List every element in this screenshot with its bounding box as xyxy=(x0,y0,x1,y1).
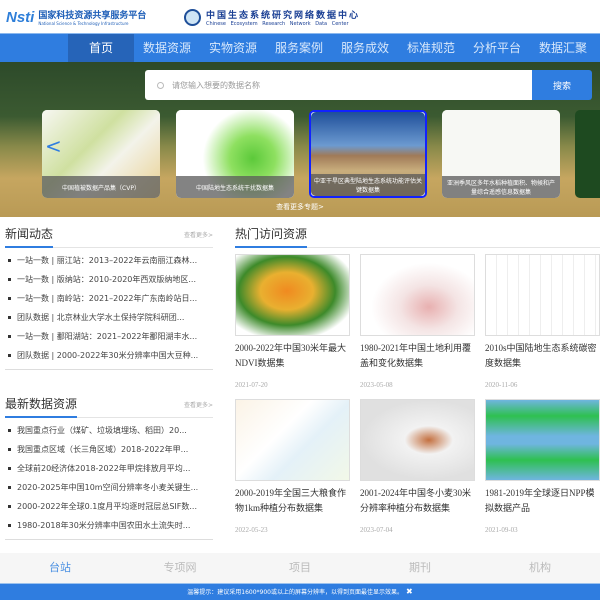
latest-title: 最新数据资源 xyxy=(5,395,78,418)
resource-date: 2023-07-04 xyxy=(360,526,393,534)
news-item[interactable]: 团队数据 | 2000-2022年30米分辨率中国大豆种... xyxy=(5,346,213,365)
more-topics-link[interactable]: 查看更多专题> xyxy=(0,202,600,212)
carousel-card[interactable]: 亚洲季风区多年水稻种植面积、物候和产量综合遥感信息数据集 xyxy=(442,110,560,198)
main-nav: 首页 数据资源 实物资源 服务案例 服务成效 标准规范 分析平台 数据汇聚 xyxy=(0,33,600,62)
search-button[interactable]: 搜索 xyxy=(532,70,592,100)
latest-item[interactable]: 1980-2018年30米分辨率中国农田水土流失时... xyxy=(5,516,213,535)
resource-date: 2022-05-23 xyxy=(235,526,268,534)
nav-data-collection[interactable]: 数据汇聚 xyxy=(530,34,596,62)
search-placeholder: 请您输入想要的数据名称 xyxy=(172,80,260,90)
banner: 请您输入想要的数据名称 搜索 中国植被数据产品集（CVP） 中国陆地生态系统干扰… xyxy=(0,62,600,217)
carousel-caption: 中国陆地生态系统干扰数据集 xyxy=(176,176,294,198)
resource-date: 2020-11-06 xyxy=(485,381,518,389)
news-item[interactable]: 一站一数 | 版纳站：2010-2020年西双版纳地区... xyxy=(5,270,213,289)
footer-tab-stations[interactable]: 台站 xyxy=(0,553,120,583)
resource-name: 1981-2019年全球逐日NPP模拟数据产品 xyxy=(485,488,595,513)
nav-service-cases[interactable]: 服务案例 xyxy=(266,34,332,62)
latest-item[interactable]: 我国重点区域（长三角区域）2018-2022年甲... xyxy=(5,440,213,459)
nsti-logo[interactable]: Nsti 国家科技资源共享服务平台 National Science & Tech… xyxy=(6,8,147,27)
carousel-prev-icon[interactable]: < xyxy=(45,134,62,158)
carousel-card[interactable]: 中国陆地生态系统干扰数据集 xyxy=(176,110,294,198)
search-icon xyxy=(157,81,164,89)
resource-name: 1980-2021年中国土地利用覆盖和变化数据集 xyxy=(360,343,471,368)
news-section: 新闻动态 查看更多> 一站一数 | 丽江站：2013–2022年云南丽江森林...… xyxy=(5,222,213,540)
carousel-caption: 亚洲季风区多年水稻种植面积、物候和产量综合遥感信息数据集 xyxy=(442,176,560,198)
news-item[interactable]: 团队数据 | 北京林业大学水土保持学院科研团... xyxy=(5,308,213,327)
cern-logo[interactable]: 中国生态系统研究网络数据中心 Chinese Ecosystem Research… xyxy=(184,8,360,27)
carousel-caption: 中亚干旱区典型陆地生态系统功能评估关键数据集 xyxy=(311,174,425,196)
nav-data-resources[interactable]: 数据资源 xyxy=(134,34,200,62)
resource-card[interactable]: 1980-2021年中国土地利用覆盖和变化数据集 2023-05-08 xyxy=(360,254,475,399)
latest-item[interactable]: 2000-2022年全球0.1度月平均逐时冠层总SIF数... xyxy=(5,497,213,516)
nav-analysis[interactable]: 分析平台 xyxy=(464,34,530,62)
carousel-card-selected[interactable]: 中亚干旱区典型陆地生态系统功能评估关键数据集 xyxy=(309,110,427,198)
resolution-tip-bar: 温馨提示：建议采用1600*900或以上的屏幕分辨率，以得到页面最佳显示效果。 ✖ xyxy=(0,583,600,600)
resource-name: 2000-2022年中国30米年最大NDVI数据集 xyxy=(235,343,346,368)
resource-thumbnail xyxy=(485,254,600,336)
latest-item[interactable]: 我国重点行业（煤矿、垃圾填埋场、稻田）20... xyxy=(5,421,213,440)
resource-card[interactable]: 2000-2022年中国30米年最大NDVI数据集 2021-07-20 xyxy=(235,254,350,399)
news-item[interactable]: 一站一数 | 丽江站：2013–2022年云南丽江森林... xyxy=(5,251,213,270)
cern-title-cn: 中国生态系统研究网络数据中心 xyxy=(206,11,361,21)
carousel-caption: 中国植被数据产品集（CVP） xyxy=(42,176,160,198)
resource-thumbnail xyxy=(235,399,350,481)
hot-title: 热门访问资源 xyxy=(235,225,308,248)
carousel-card-partial[interactable] xyxy=(575,110,600,198)
footer-tab-networks[interactable]: 专项网 xyxy=(120,553,240,583)
footer-tab-journals[interactable]: 期刊 xyxy=(360,553,480,583)
latest-item[interactable]: 全球前20经济体2018-2022年甲烷排放月平均... xyxy=(5,459,213,478)
nsti-title-cn: 国家科技资源共享服务平台 xyxy=(38,11,147,21)
cern-title-en: Chinese Ecosystem Research Network Data … xyxy=(206,21,349,27)
resource-card[interactable]: 1981-2019年全球逐日NPP模拟数据产品 2021-09-03 xyxy=(485,399,600,544)
resource-name: 2001-2024年中国冬小麦30米分辨率种植分布数据集 xyxy=(360,488,471,513)
resource-date: 2021-09-03 xyxy=(485,526,518,534)
header: Nsti 国家科技资源共享服务平台 National Science & Tech… xyxy=(0,0,600,33)
resource-card[interactable]: 2000-2019年全国三大粮食作物1km种植分布数据集 2022-05-23 xyxy=(235,399,350,544)
news-more-link[interactable]: 查看更多> xyxy=(184,230,213,247)
nsti-logo-mark: Nsti xyxy=(6,8,35,26)
nav-standards[interactable]: 标准规范 xyxy=(398,34,464,62)
resource-name: 2010s中国陆地生态系统碳密度数据集 xyxy=(485,343,597,368)
close-icon[interactable]: ✖ xyxy=(406,587,413,596)
footer-tab-projects[interactable]: 项目 xyxy=(240,553,360,583)
resource-thumbnail xyxy=(485,399,600,481)
nav-service-results[interactable]: 服务成效 xyxy=(332,34,398,62)
footer-tabs: 台站 专项网 项目 期刊 机构 xyxy=(0,553,600,583)
resource-thumbnail xyxy=(235,254,350,336)
latest-more-link[interactable]: 查看更多> xyxy=(184,400,213,417)
nav-home[interactable]: 首页 xyxy=(68,34,134,62)
search-input[interactable]: 请您输入想要的数据名称 xyxy=(145,70,532,100)
resource-thumbnail xyxy=(360,399,475,481)
tip-text: 温馨提示：建议采用1600*900或以上的屏幕分辨率，以得到页面最佳显示效果。 xyxy=(187,589,404,596)
resource-date: 2023-05-08 xyxy=(360,381,393,389)
resource-card[interactable]: 2010s中国陆地生态系统碳密度数据集 2020-11-06 xyxy=(485,254,600,399)
news-item[interactable]: 一站一数 | 鄱阳湖站：2021–2022年鄱阳湖丰水... xyxy=(5,327,213,346)
resource-date: 2021-07-20 xyxy=(235,381,268,389)
footer-tab-institutions[interactable]: 机构 xyxy=(480,553,600,583)
news-title: 新闻动态 xyxy=(5,225,54,248)
resource-card[interactable]: 2001-2024年中国冬小麦30米分辨率种植分布数据集 2023-07-04 xyxy=(360,399,475,544)
search-bar: 请您输入想要的数据名称 搜索 xyxy=(145,70,592,100)
nav-physical-resources[interactable]: 实物资源 xyxy=(200,34,266,62)
resource-name: 2000-2019年全国三大粮食作物1km种植分布数据集 xyxy=(235,488,346,513)
cern-seal-icon xyxy=(184,9,201,26)
latest-item[interactable]: 2020-2025年中国10m空间分辨率冬小麦关键生... xyxy=(5,478,213,497)
resource-thumbnail xyxy=(360,254,475,336)
hot-section: 热门访问资源 2000-2022年中国30米年最大NDVI数据集 2021-07-… xyxy=(235,222,600,544)
news-item[interactable]: 一站一数 | 南岭站：2021–2022年广东南岭站日... xyxy=(5,289,213,308)
nsti-title-en: National Science & Technology Infrastruc… xyxy=(38,21,129,26)
